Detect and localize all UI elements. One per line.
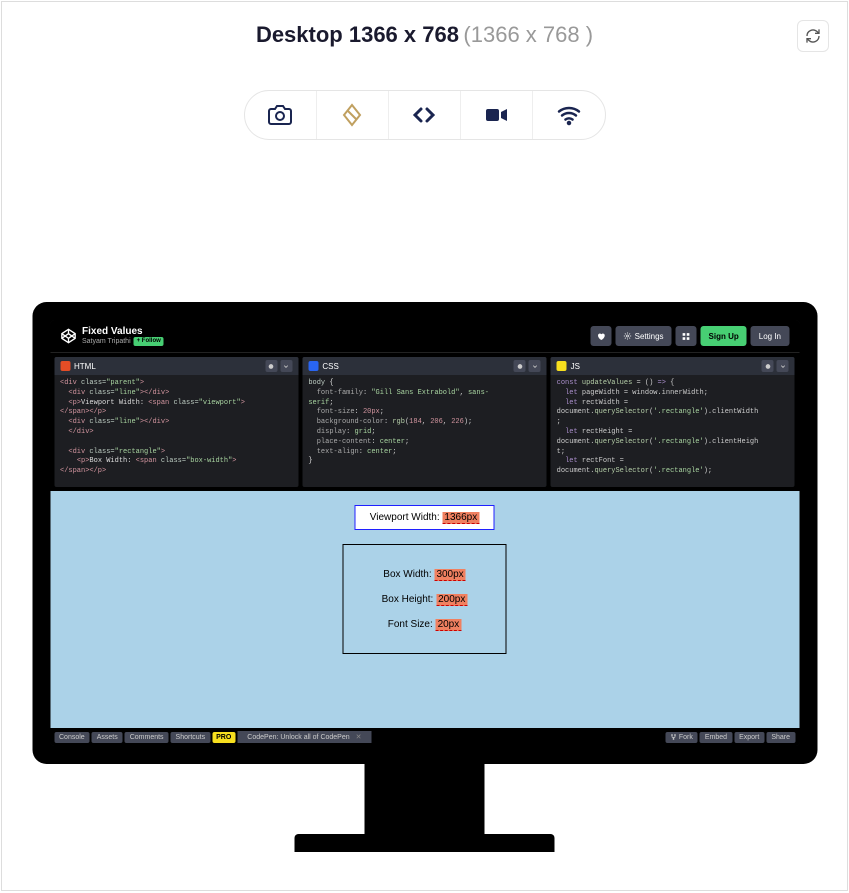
css-settings-button[interactable] (514, 360, 526, 372)
pen-title-block: Fixed Values Satyam Tripathi + Follow (82, 326, 164, 346)
html-panel: HTML <div class="parent (54, 357, 298, 487)
js-panel-header: JS (551, 357, 795, 375)
editor-panels: HTML <div class="parent (50, 353, 799, 491)
close-icon[interactable]: ✕ (356, 733, 362, 741)
code-icon (410, 103, 438, 127)
like-button[interactable] (591, 326, 612, 346)
toolbar (2, 90, 847, 140)
js-code-editor[interactable]: const updateValues = () => { let pageWid… (551, 375, 795, 481)
monitor-stand (365, 764, 485, 834)
css-badge-icon (308, 361, 318, 371)
shortcuts-tab[interactable]: Shortcuts (171, 732, 211, 743)
rectangle-display: Box Width: 300px Box Height: 200px Font … (343, 544, 507, 654)
js-settings-button[interactable] (762, 360, 774, 372)
refresh-button[interactable] (797, 20, 829, 52)
footer-right: Fork Embed Export Share (666, 732, 795, 743)
promo-text: CodePen: Unlock all of CodePen (247, 734, 349, 741)
embed-button[interactable]: Embed (700, 732, 732, 743)
video-icon (483, 103, 509, 127)
header: Desktop 1366 x 768 (1366 x 768 ) (2, 2, 847, 60)
pen-author[interactable]: Satyam Tripathi (82, 338, 131, 346)
css-panel-header: CSS (302, 357, 546, 375)
wifi-icon (556, 103, 582, 127)
html-code-editor[interactable]: <div class="parent"> <div class="line"><… (54, 375, 298, 481)
pen-title[interactable]: Fixed Values (82, 326, 164, 337)
chevron-down-icon (283, 363, 290, 370)
codepen-logo-icon[interactable] (60, 328, 76, 344)
rotate-icon (340, 103, 364, 127)
viewer-frame: Desktop 1366 x 768 (1366 x 768 ) (1, 1, 848, 891)
signup-label: Sign Up (709, 332, 739, 341)
js-badge-icon (557, 361, 567, 371)
box-height-label: Box Height: (382, 594, 436, 605)
settings-button[interactable]: Settings (616, 326, 672, 346)
js-panel: JS const updateValues = (551, 357, 795, 487)
record-button[interactable] (461, 91, 533, 139)
toolbar-inner (244, 90, 606, 140)
layout-icon (682, 332, 691, 341)
login-label: Log In (759, 332, 781, 341)
signup-button[interactable]: Sign Up (701, 326, 747, 346)
html-dropdown-button[interactable] (280, 360, 292, 372)
refresh-icon (805, 28, 821, 44)
chevron-down-icon (779, 363, 786, 370)
box-width-value: 300px (434, 569, 465, 581)
settings-label: Settings (635, 332, 664, 341)
device-dimensions: (1366 x 768 ) (463, 22, 593, 47)
html-panel-header: HTML (54, 357, 298, 375)
gear-icon (268, 363, 275, 370)
css-dropdown-button[interactable] (529, 360, 541, 372)
viewport-width-display: Viewport Width: 1366px (355, 505, 494, 530)
codepen-header-left: Fixed Values Satyam Tripathi + Follow (60, 326, 164, 346)
device-mockup: Fixed Values Satyam Tripathi + Follow (32, 302, 817, 852)
heart-icon (597, 332, 606, 341)
codepen-header-right: Settings Sign Up Log In (591, 326, 789, 346)
device-title: Desktop 1366 x 768 (256, 22, 459, 47)
box-width-label: Box Width: (383, 569, 434, 580)
css-label: CSS (322, 362, 338, 371)
css-panel: CSS body { font-famil (302, 357, 546, 487)
login-button[interactable]: Log In (751, 326, 789, 346)
screen-content: Fixed Values Satyam Tripathi + Follow (50, 320, 799, 746)
html-settings-button[interactable] (265, 360, 277, 372)
footer-left: Console Assets Comments Shortcuts PRO Co… (54, 731, 372, 743)
view-button[interactable] (676, 326, 697, 346)
font-size-label: Font Size: (388, 619, 436, 630)
monitor-base (295, 834, 555, 852)
gear-icon (764, 363, 771, 370)
console-tab[interactable]: Console (54, 732, 90, 743)
network-button[interactable] (533, 91, 605, 139)
chevron-down-icon (531, 363, 538, 370)
export-button[interactable]: Export (734, 732, 764, 743)
devtools-button[interactable] (389, 91, 461, 139)
follow-button[interactable]: + Follow (134, 337, 164, 346)
assets-tab[interactable]: Assets (92, 732, 123, 743)
monitor-frame: Fixed Values Satyam Tripathi + Follow (32, 302, 817, 764)
css-code-editor[interactable]: body { font-family: "Gill Sans Extrabold… (302, 375, 546, 471)
share-button[interactable]: Share (766, 732, 795, 743)
js-label: JS (571, 362, 580, 371)
preview-pane: Viewport Width: 1366px Box Width: 300px … (50, 491, 799, 728)
fork-icon (671, 734, 677, 740)
pro-badge[interactable]: PRO (212, 732, 235, 743)
comments-tab[interactable]: Comments (125, 732, 169, 743)
promo-banner[interactable]: CodePen: Unlock all of CodePen ✕ (237, 731, 371, 743)
html-badge-icon (60, 361, 70, 371)
screenshot-button[interactable] (245, 91, 317, 139)
box-height-value: 200px (436, 594, 467, 606)
gear-icon (516, 363, 523, 370)
camera-icon (268, 103, 292, 127)
js-dropdown-button[interactable] (777, 360, 789, 372)
fork-button[interactable]: Fork (666, 732, 698, 743)
gear-icon (624, 332, 632, 340)
viewport-width-value: 1366px (442, 512, 479, 524)
font-size-value: 20px (436, 619, 462, 631)
codepen-header: Fixed Values Satyam Tripathi + Follow (50, 320, 799, 353)
html-label: HTML (74, 362, 96, 371)
rotate-button[interactable] (317, 91, 389, 139)
codepen-footer: Console Assets Comments Shortcuts PRO Co… (50, 728, 799, 746)
viewport-width-label: Viewport Width: (370, 512, 443, 523)
